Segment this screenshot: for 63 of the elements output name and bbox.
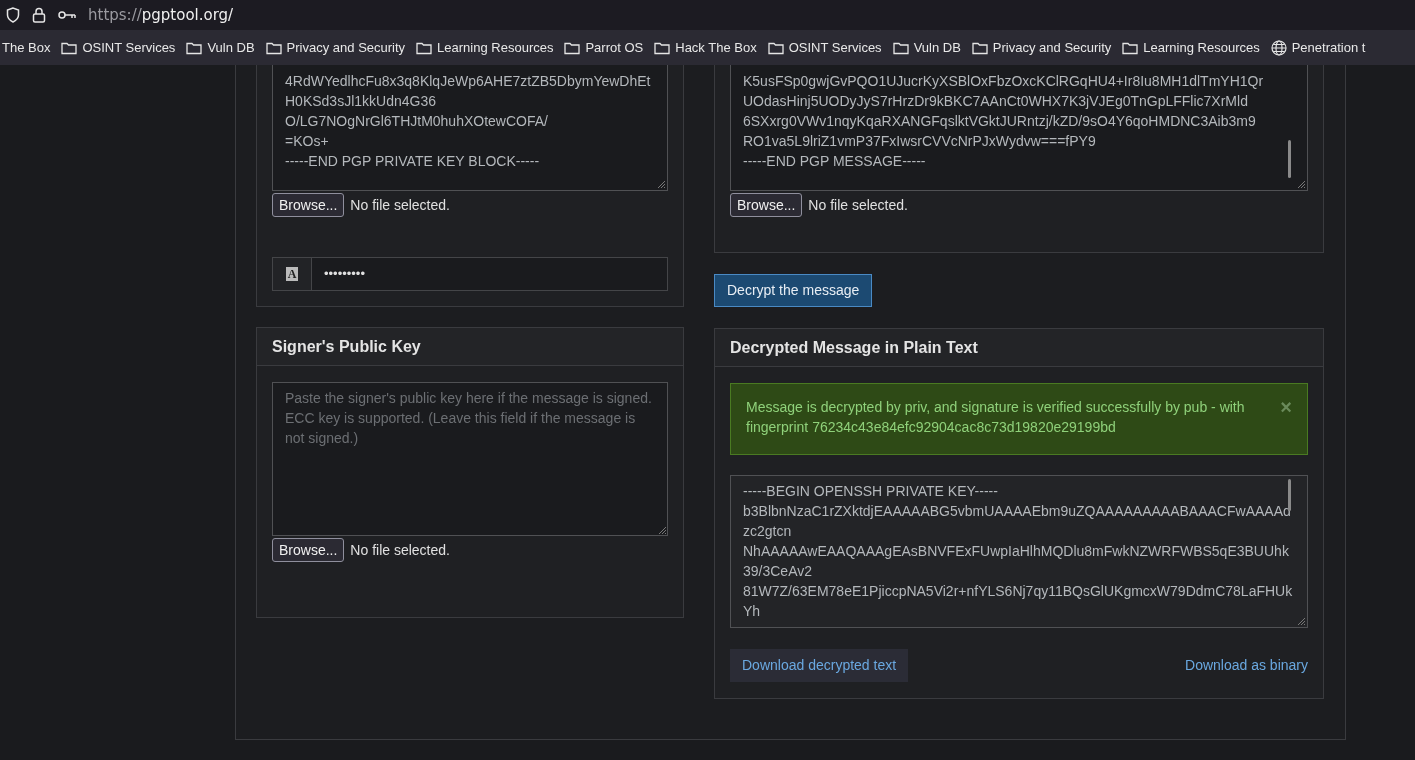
text-line: RO1va5L9lriZ1vmP37FxIwsrCVVcNrPJxWydvw===fPY9 [743, 132, 1096, 151]
lock-icon[interactable] [32, 7, 46, 23]
text-line: O/LG7NOgNrGl6THJtM0huhXOtewCOFA/ [285, 112, 548, 131]
text-line: UOdasHinj5UODyJyS7rHrzDr9kBKC7AAnCt0WHX7K3jVJEg0TnGpLFFlic7XrMld [743, 92, 1248, 111]
text-line: -----END PGP PRIVATE KEY BLOCK----- [285, 152, 540, 171]
text-line: -----BEGIN OPENSSH PRIVATE KEY----- [743, 482, 998, 501]
bookmark[interactable]: Vuln DB [892, 37, 961, 58]
public-key-field[interactable]: Paste the signer's public key here if the message is signed. ECC key is supported. (Leave this field if the message is not signed.) [272, 382, 668, 536]
globe-icon [1270, 39, 1287, 56]
download-link[interactable]: Download as binary [1185, 655, 1308, 676]
text-line: =KOs+ [285, 132, 329, 151]
bookmark[interactable]: The Box [2, 37, 51, 58]
folder-icon [1122, 40, 1139, 55]
url-field[interactable]: https://pgptool.org/ [88, 3, 234, 27]
text-line: 6SXxrg0VWv1nqyKqaRXANGFqslktVGktJURntzj/kZD/9sO4Y6qoHMDNC3Aib3m9 [743, 112, 1256, 131]
resize-grip-icon[interactable] [658, 526, 667, 535]
bookmark[interactable]: Parrot OS [564, 37, 644, 58]
text-line: b3BlbnNzaC1rZXktdjEAAAAABG5vbmUAAAAEbm9uZQAAAAAAAAABAAACFwAAAAd [743, 502, 1291, 521]
text-line: 81W7Z/63EM78eE1PjiccpNA5Vi2r+nfYLS6Nj7qy11BQsGlUKgmcxW79DdmC78LaFHUk [743, 582, 1293, 601]
resize-grip-icon[interactable] [1297, 180, 1306, 189]
folder-icon [654, 40, 671, 55]
bookmark[interactable]: Hack The Box [654, 37, 757, 58]
file-status: No file selected. [808, 195, 908, 215]
bookmark[interactable]: Privacy and Security [265, 37, 406, 58]
folder-icon [61, 40, 78, 55]
scrollbar[interactable] [1288, 479, 1291, 511]
folder-icon [186, 40, 203, 55]
key-icon[interactable] [58, 10, 76, 20]
folder-icon [564, 40, 581, 55]
resize-grip-icon[interactable] [657, 180, 666, 189]
bookmark[interactable]: OSINT Services [61, 37, 176, 58]
download-button[interactable]: Download decrypted text [730, 649, 909, 682]
file-status: No file selected. [350, 195, 450, 215]
folder-icon [416, 40, 433, 55]
bookmark[interactable]: OSINT Services [767, 37, 882, 58]
text-line: -----END PGP MESSAGE----- [743, 152, 926, 171]
folder-icon [265, 40, 282, 55]
decrypt-button[interactable]: Decrypt the message [714, 274, 873, 307]
folder-icon [971, 40, 988, 55]
folder-icon [892, 40, 909, 55]
file-status: No file selected. [350, 540, 450, 560]
text-line: Yh [743, 602, 761, 621]
bookmark[interactable]: Vuln DB [186, 37, 255, 58]
scrollbar[interactable] [1288, 140, 1291, 178]
folder-icon [767, 40, 784, 55]
text-line: 39/3CeAv2 [743, 562, 812, 581]
resize-grip-icon[interactable] [1297, 617, 1306, 626]
text-line: 4RdWYedlhcFu8x3q8KlqJeWp6AHE7ztZB5DbymYewDhEt [285, 72, 651, 91]
browse-button[interactable]: Browse... [272, 538, 345, 562]
bookmark[interactable]: Learning Resources [1122, 37, 1260, 58]
panel-title: Signer's Public Key [272, 336, 421, 357]
bookmark[interactable]: Privacy and Security [971, 37, 1112, 58]
browse-button[interactable]: Browse... [730, 193, 803, 217]
text-line: K5usFSp0gwjGvPQO1UJucrKyXSBlOxFbzOxcKClRGqHU4+Ir8Iu8MH1dlTmYH1Qr [743, 72, 1264, 91]
panel-title: Decrypted Message in Plain Text [730, 337, 978, 358]
browse-button[interactable]: Browse... [272, 193, 345, 217]
text-line: H0KSd3sJl1kkUdn4G36 [285, 92, 436, 111]
bookmark[interactable]: Penetration t [1270, 37, 1366, 58]
bookmark[interactable]: Learning Resources [416, 37, 554, 58]
shield-icon[interactable] [6, 7, 20, 23]
text-line: NhAAAAAwEAAQAAAgEAsBNVFExFUwpIaHlhMQDlu8mFwkNZWRFWBS5qE3BUUhk [743, 542, 1289, 561]
alert-message: Message is decrypted by priv, and signature is verified successfully by pub - with fingerprint 76234c43e84efc92904cac8c73d19820e29199bd [746, 398, 1246, 437]
text-line: zc2gtcn [743, 522, 792, 541]
